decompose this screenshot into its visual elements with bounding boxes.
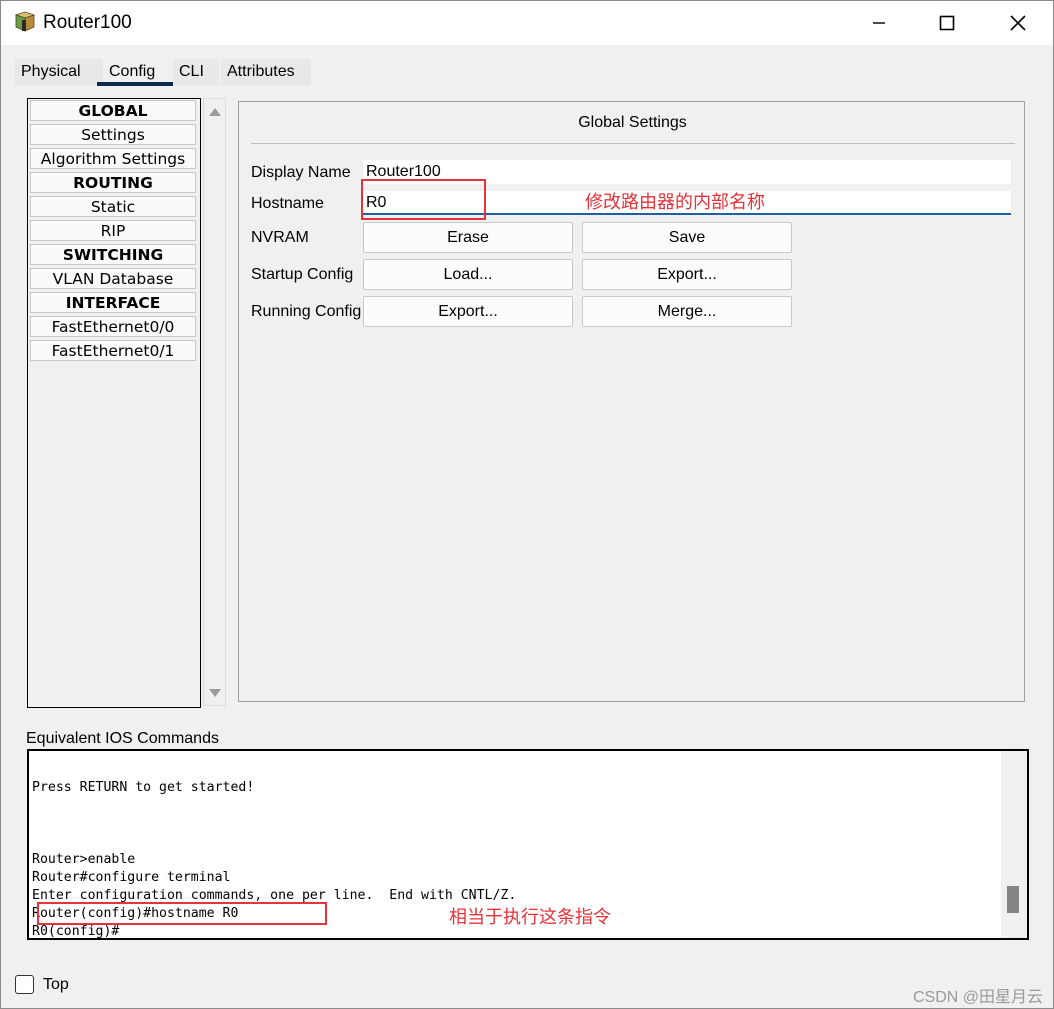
console-line: R0(config)# — [32, 924, 120, 939]
startup-config-label: Startup Config — [251, 266, 354, 283]
panel-title: Global Settings — [578, 114, 687, 131]
tab-physical[interactable]: Physical — [15, 59, 105, 86]
sidebar-header-routing[interactable]: ROUTING — [30, 172, 196, 193]
console-line: Router>enable — [32, 852, 136, 867]
sidebar-item-vlan-database[interactable]: VLAN Database — [30, 268, 196, 289]
watermark: CSDN @田星月云 — [912, 989, 1043, 1006]
maximize-button[interactable] — [925, 7, 969, 39]
tab-cli[interactable]: CLI — [173, 59, 219, 86]
router-app-icon — [13, 11, 37, 33]
tab-cli-label: CLI — [179, 63, 204, 80]
tab-attributes[interactable]: Attributes — [221, 59, 311, 86]
tab-strip: Physical Config CLI Attributes — [15, 59, 311, 86]
top-checkbox-label: Top — [43, 976, 69, 993]
minimize-icon — [873, 22, 885, 24]
sidebar-item-settings[interactable]: Settings — [30, 124, 196, 145]
sidebar-header-global[interactable]: GLOBAL — [30, 100, 196, 121]
title-bar: Router100 — [1, 1, 1053, 45]
config-sidebar: GLOBAL Settings Algorithm Settings ROUTI… — [27, 98, 201, 708]
sidebar-item-fastethernet0-1[interactable]: FastEthernet0/1 — [30, 340, 196, 361]
hostname-label: Hostname — [251, 195, 324, 212]
display-name-label: Display Name — [251, 164, 351, 181]
maximize-icon — [939, 15, 955, 31]
tab-config[interactable]: Config — [97, 59, 179, 86]
merge-running-button[interactable]: Merge... — [582, 296, 792, 327]
sidebar-scrollbar[interactable] — [203, 98, 226, 706]
export-startup-button[interactable]: Export... — [582, 259, 792, 290]
window-title: Router100 — [43, 12, 132, 33]
hostname-highlight-box — [361, 179, 486, 220]
minimize-button[interactable] — [857, 7, 901, 39]
export-running-button[interactable]: Export... — [363, 296, 573, 327]
sidebar-item-rip[interactable]: RIP — [30, 220, 196, 241]
active-tab-underline — [97, 82, 179, 86]
load-startup-button[interactable]: Load... — [363, 259, 573, 290]
tab-physical-label: Physical — [21, 63, 81, 80]
sidebar-header-switching[interactable]: SWITCHING — [30, 244, 196, 265]
hostname-annotation: 修改路由器的内部名称 — [585, 192, 765, 212]
router-config-window: Router100 Physical Config CLI Attributes… — [0, 0, 1054, 1009]
tab-config-label: Config — [109, 63, 156, 80]
close-icon — [1010, 15, 1026, 31]
nvram-label: NVRAM — [251, 229, 309, 246]
running-config-label: Running Config — [251, 303, 362, 320]
console-scroll-thumb[interactable] — [1007, 886, 1019, 913]
sidebar-item-fastethernet0-0[interactable]: FastEthernet0/0 — [30, 316, 196, 337]
command-annotation: 相当于执行这条指令 — [449, 907, 611, 927]
sidebar-item-static[interactable]: Static — [30, 196, 196, 217]
scroll-down-arrow-icon[interactable] — [209, 689, 221, 697]
command-highlight-box — [37, 902, 327, 925]
sidebar-header-interface[interactable]: INTERFACE — [30, 292, 196, 313]
top-checkbox[interactable] — [15, 975, 34, 994]
panel-divider — [251, 143, 1015, 144]
ios-commands-label: Equivalent IOS Commands — [26, 730, 219, 747]
console-scrollbar[interactable] — [1001, 751, 1027, 938]
console-line: Router#configure terminal — [32, 870, 231, 885]
tab-attributes-label: Attributes — [227, 63, 295, 80]
scroll-up-arrow-icon[interactable] — [209, 108, 221, 116]
erase-button[interactable]: Erase — [363, 222, 573, 253]
save-button[interactable]: Save — [582, 222, 792, 253]
sidebar-item-algorithm-settings[interactable]: Algorithm Settings — [30, 148, 196, 169]
console-line: Press RETURN to get started! — [32, 780, 255, 795]
close-button[interactable] — [996, 7, 1040, 39]
